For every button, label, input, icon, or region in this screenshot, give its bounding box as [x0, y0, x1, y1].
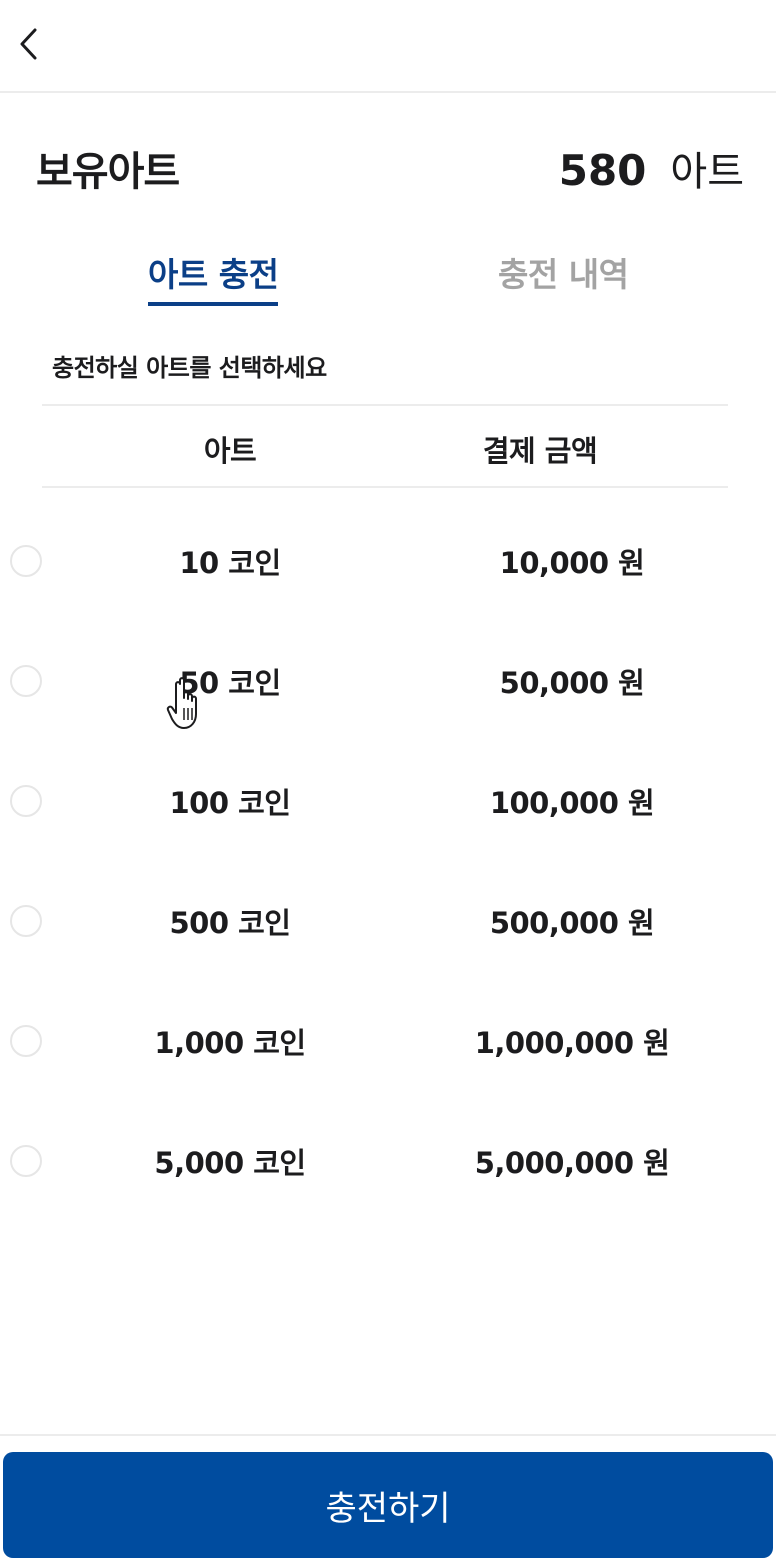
coin-option-row[interactable]: 1,000 코인 1,000,000 원: [0, 980, 776, 1100]
coin-option-row[interactable]: 10 코인 10,000 원: [0, 500, 776, 620]
radio-button[interactable]: [10, 905, 42, 937]
radio-button[interactable]: [10, 665, 42, 697]
tab-art-charge[interactable]: 아트 충전: [148, 248, 279, 306]
balance-row: 보유아트 580 아트: [36, 138, 744, 198]
instruction-text: 충전하실 아트를 선택하세요: [52, 354, 327, 382]
charge-button[interactable]: 충전하기: [3, 1452, 773, 1558]
radio-button[interactable]: [10, 785, 42, 817]
footer-divider: [0, 1434, 776, 1436]
charge-page: 보유아트 580 아트 아트 충전 충전 내역 충전하실 아트를 선택하세요 아…: [0, 0, 776, 1562]
tab-bar: 아트 충전 충전 내역: [0, 248, 776, 308]
table-header: 아트 결제 금액: [42, 404, 728, 488]
coin-option-row[interactable]: 5,000 코인 5,000,000 원: [0, 1100, 776, 1220]
radio-button[interactable]: [10, 1145, 42, 1177]
coin-option-row[interactable]: 500 코인 500,000 원: [0, 860, 776, 980]
balance-unit: 아트: [670, 149, 744, 195]
tab-charge-history[interactable]: 충전 내역: [498, 248, 629, 306]
top-bar: [0, 0, 776, 93]
coin-option-row[interactable]: 100 코인 100,000 원: [0, 740, 776, 860]
balance-amount: 580: [558, 146, 647, 195]
back-button[interactable]: [8, 20, 48, 68]
balance-label: 보유아트: [36, 149, 180, 195]
coin-option-row[interactable]: 50 코인 50,000 원: [0, 620, 776, 740]
radio-button[interactable]: [10, 545, 42, 577]
chevron-left-icon: [20, 28, 37, 60]
balance-value: 580 아트: [559, 139, 744, 197]
radio-button[interactable]: [10, 1025, 42, 1057]
